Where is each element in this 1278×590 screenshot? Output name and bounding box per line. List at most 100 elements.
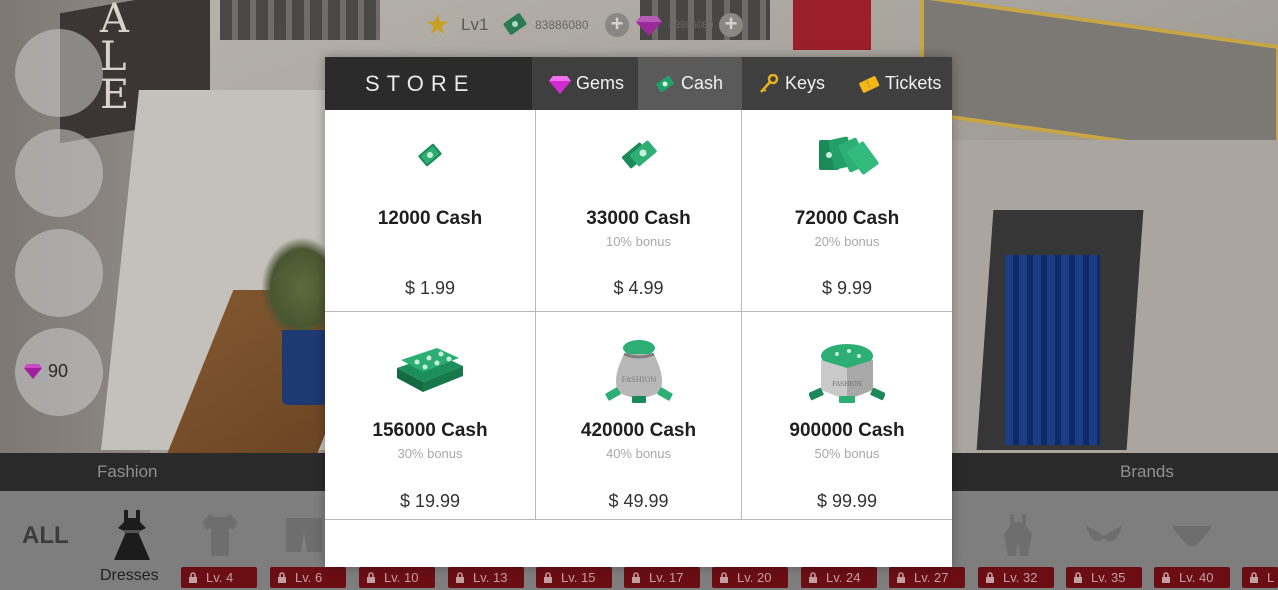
booth-curtain bbox=[1005, 255, 1100, 445]
jumpsuit-icon[interactable] bbox=[996, 512, 1040, 558]
cash-icon bbox=[503, 13, 527, 35]
decor-strip bbox=[220, 0, 380, 40]
lock-icon bbox=[367, 572, 375, 583]
lock-level-label: Lv. 13 bbox=[473, 570, 508, 585]
underwear-icon[interactable] bbox=[1170, 512, 1214, 558]
lock-icon bbox=[986, 572, 994, 583]
lock-level-label: Lv. 32 bbox=[1003, 570, 1038, 585]
cash-offers-grid: 12000 Cash $ 1.99 33000 Cash 10% bonus $… bbox=[325, 110, 952, 520]
hud-slot-button[interactable] bbox=[15, 129, 103, 217]
lock-icon bbox=[809, 572, 817, 583]
locked-item-badge[interactable]: Lv. 10 bbox=[359, 567, 435, 588]
offer-title: 33000 Cash bbox=[586, 208, 691, 229]
offer-bonus: 10% bonus bbox=[605, 234, 672, 249]
lock-level-label: Lv. 24 bbox=[826, 570, 861, 585]
ticket-icon bbox=[859, 75, 880, 93]
lock-level-label: Lv. 15 bbox=[561, 570, 596, 585]
lock-icon bbox=[189, 572, 197, 583]
svg-text:FASHION: FASHION bbox=[832, 381, 862, 388]
hud-slot-button[interactable] bbox=[15, 229, 103, 317]
lock-level-label: Lv. 17 bbox=[649, 570, 684, 585]
lock-icon bbox=[720, 572, 728, 583]
offer-title: 900000 Cash bbox=[789, 420, 905, 441]
cash-offer-card[interactable]: 12000 Cash $ 1.99 bbox=[325, 110, 536, 312]
locked-item-badge[interactable]: Lv. 13 bbox=[448, 567, 524, 588]
gem-amount: 83886080 bbox=[669, 19, 714, 31]
offer-price: $ 4.99 bbox=[613, 278, 664, 298]
svg-text:FASHION: FASHION bbox=[621, 376, 656, 384]
cash-box-icon: FASHION bbox=[809, 344, 885, 403]
shorts-icon[interactable] bbox=[282, 512, 326, 558]
tab-cash-label: Cash bbox=[681, 73, 724, 93]
cash-fan-icon bbox=[819, 136, 879, 175]
side-gem-count: 90 bbox=[48, 360, 69, 381]
lock-level-label: Lv. 6 bbox=[295, 570, 323, 585]
tshirt-icon[interactable] bbox=[198, 512, 242, 558]
locked-item-badge[interactable]: Lv. 20 bbox=[712, 567, 788, 588]
bra-icon[interactable] bbox=[1082, 512, 1126, 558]
lock-level-label: Lv. 20 bbox=[737, 570, 772, 585]
lock-icon bbox=[632, 572, 640, 583]
key-icon bbox=[760, 73, 779, 93]
plant-pot bbox=[282, 330, 327, 405]
cash-offer-card[interactable]: 72000 Cash 20% bonus $ 9.99 bbox=[742, 110, 952, 312]
store-dialog: STORE Gems Cash Keys Tickets 12000 Cash … bbox=[325, 57, 952, 567]
tab-gems[interactable]: Gems bbox=[533, 57, 638, 110]
locked-item-badge[interactable]: Lv. 40 bbox=[1154, 567, 1230, 588]
tab-keys[interactable]: Keys bbox=[742, 57, 842, 110]
cash-bag-icon: FASHION bbox=[604, 340, 673, 403]
locked-item-badge[interactable]: Lv. 24 bbox=[801, 567, 877, 588]
cash-amount: 83886080 bbox=[535, 18, 589, 32]
offer-price: $ 49.99 bbox=[608, 491, 669, 511]
lock-level-label: Lv. 35 bbox=[1091, 570, 1126, 585]
star-icon: ★ bbox=[425, 9, 451, 40]
cash-double-icon bbox=[621, 140, 657, 169]
tab-keys-label: Keys bbox=[785, 73, 826, 93]
tab-cash[interactable]: Cash bbox=[638, 57, 742, 110]
offer-price: $ 19.99 bbox=[399, 491, 461, 511]
lock-icon bbox=[278, 572, 286, 583]
cash-offer-card[interactable]: FASHION 420000 Cash 40% bonus $ 49.99 bbox=[536, 312, 742, 520]
level-label: Lv1 bbox=[461, 15, 489, 34]
all-filter-button[interactable]: ALL bbox=[22, 522, 69, 550]
lock-level-label: L bbox=[1267, 570, 1275, 585]
sale-sign-text: ALE bbox=[100, 0, 132, 118]
offer-bonus: 30% bonus bbox=[397, 446, 463, 461]
locked-item-badge[interactable]: Lv. 17 bbox=[624, 567, 700, 588]
lock-level-label: Lv. 27 bbox=[914, 570, 949, 585]
locked-item-badge[interactable]: Lv. 32 bbox=[978, 567, 1054, 588]
lock-level-label: Lv. 10 bbox=[384, 570, 419, 585]
locked-item-badge[interactable]: Lv. 35 bbox=[1066, 567, 1142, 588]
add-cash-button[interactable]: + bbox=[605, 13, 629, 37]
tab-brands[interactable]: Brands bbox=[1120, 462, 1174, 482]
locked-item-badge[interactable]: Lv. 4 bbox=[181, 567, 257, 588]
offer-price: $ 1.99 bbox=[404, 278, 456, 298]
lock-icon bbox=[456, 572, 464, 583]
top-hud: ★ Lv1 83886080 + 83886080 + bbox=[425, 8, 743, 42]
store-header: STORE Gems Cash Keys Tickets bbox=[325, 57, 952, 110]
locked-item-badge[interactable]: Lv. 27 bbox=[889, 567, 965, 588]
model-figure bbox=[793, 0, 871, 50]
offer-title: 72000 Cash bbox=[794, 208, 900, 229]
add-gems-button[interactable]: + bbox=[719, 13, 743, 37]
dresses-category-label: Dresses bbox=[100, 567, 159, 584]
cash-offer-card[interactable]: 33000 Cash 10% bonus $ 4.99 bbox=[536, 110, 742, 312]
gem-icon bbox=[636, 16, 662, 36]
locked-item-badge[interactable]: L bbox=[1242, 567, 1278, 588]
gem-icon bbox=[24, 364, 42, 379]
offer-price: $ 9.99 bbox=[821, 278, 873, 298]
lock-icon bbox=[1162, 572, 1170, 583]
lock-level-label: Lv. 40 bbox=[1179, 570, 1214, 585]
dress-icon[interactable] bbox=[110, 508, 154, 562]
lock-icon bbox=[1250, 572, 1258, 583]
locked-item-badge[interactable]: Lv. 6 bbox=[270, 567, 346, 588]
offer-bonus: 50% bonus bbox=[814, 446, 880, 461]
cash-offer-card[interactable]: 156000 Cash 30% bonus $ 19.99 bbox=[325, 312, 536, 520]
offer-price: $ 99.99 bbox=[816, 491, 878, 511]
tab-fashion[interactable]: Fashion bbox=[97, 462, 157, 482]
tab-gems-label: Gems bbox=[576, 73, 625, 93]
hud-slot-button[interactable] bbox=[15, 29, 103, 117]
tab-tickets[interactable]: Tickets bbox=[842, 57, 952, 110]
locked-item-badge[interactable]: Lv. 15 bbox=[536, 567, 612, 588]
cash-offer-card[interactable]: FASHION 900000 Cash 50% bonus $ 99.99 bbox=[742, 312, 952, 520]
